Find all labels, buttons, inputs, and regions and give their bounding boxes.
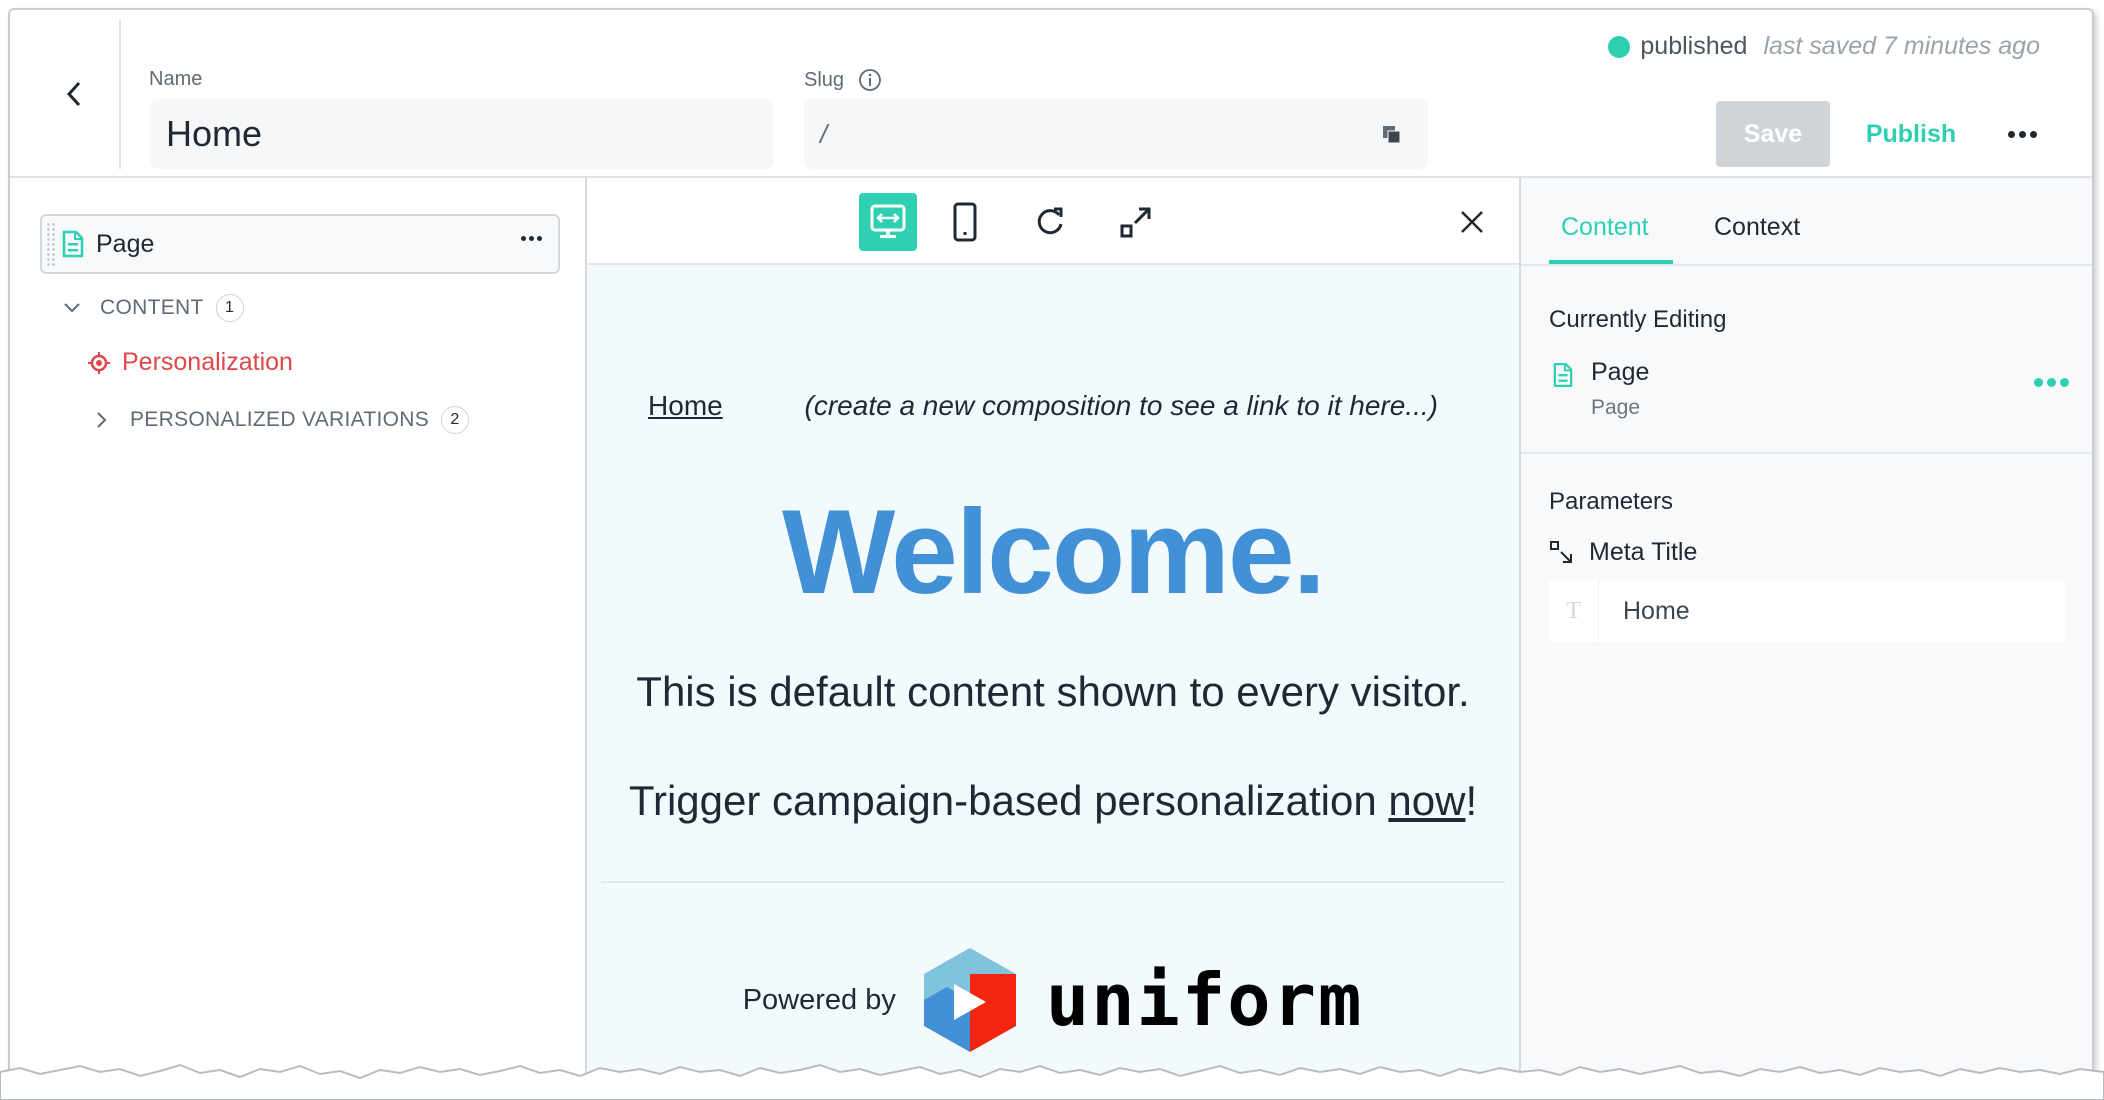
refresh-button[interactable] (1021, 193, 1079, 251)
variations-label: PERSONALIZED VARIATIONS (130, 408, 430, 431)
footer-divider (601, 881, 1505, 883)
tab-content[interactable]: Content (1561, 213, 1649, 242)
active-tab-indicator (1549, 260, 1673, 264)
meta-title-value: Home (1623, 596, 1690, 625)
tab-context[interactable]: Context (1714, 213, 1800, 242)
chevron-right-icon[interactable] (90, 408, 114, 432)
save-button[interactable]: Save (1716, 101, 1830, 167)
desktop-icon (870, 204, 906, 238)
default-content-text: This is default content shown to every v… (636, 668, 1470, 715)
last-saved-text: last saved 7 minutes ago (1763, 32, 2040, 60)
editing-name: Page (1591, 358, 1650, 386)
target-icon (88, 351, 110, 374)
currently-editing-title: Currently Editing (1549, 306, 1727, 333)
more-dot (2018, 130, 2026, 138)
more-dots-icon (2007, 130, 2015, 138)
welcome-heading: Welcome. (782, 485, 1326, 619)
properties-panel: Content Context Currently Editing Page P… (1519, 178, 2092, 1088)
text-type-icon: T (1549, 580, 1599, 642)
close-icon (1461, 211, 1483, 233)
more-dot (537, 236, 542, 241)
trigger-text-suffix: ! (1465, 777, 1478, 824)
name-input[interactable]: Home (150, 99, 774, 169)
publish-status: published last saved 7 minutes ago (1608, 32, 2040, 61)
slot-content[interactable]: CONTENT 1 (60, 294, 244, 322)
component-tree-panel: Page CONTENT 1 Personalization PERSONALI… (10, 178, 587, 1088)
torn-edge-decoration (0, 1063, 2104, 1100)
slug-input[interactable]: / (804, 99, 1428, 169)
page-icon (1553, 362, 1573, 388)
personalization-label: Personalization (122, 348, 293, 376)
slug-value: / (820, 118, 828, 149)
slug-label: Slug (804, 68, 882, 92)
mobile-icon (953, 202, 977, 242)
preview-nav: Home (create a new composition to see a … (587, 390, 1519, 422)
copy-icon[interactable] (1382, 125, 1402, 145)
editing-more-button[interactable] (2034, 378, 2069, 387)
trigger-now-link[interactable]: now (1388, 777, 1465, 824)
slot-content-label: CONTENT (100, 296, 204, 319)
composition-header: Name Home Slug / published last saved 7 … (10, 10, 2092, 178)
section-divider (1521, 452, 2092, 454)
nav-hint: (create a new composition to see a link … (804, 390, 1438, 421)
chevron-left-icon (66, 81, 81, 107)
chevron-down-icon[interactable] (60, 296, 84, 320)
refresh-icon (1037, 207, 1063, 235)
currently-editing-item: Page Page (1549, 358, 2069, 428)
info-icon[interactable] (858, 68, 882, 92)
tree-item-personalization[interactable]: Personalization (88, 348, 293, 377)
more-dot (2029, 130, 2037, 138)
tree-item-label: Page (96, 229, 155, 258)
parameter-link-icon (1550, 540, 1572, 563)
tree-item-more-button[interactable] (521, 236, 542, 241)
param-meta-title: Meta Title (1549, 538, 1697, 567)
more-options-button[interactable] (2000, 114, 2044, 154)
slug-label-text: Slug (804, 68, 845, 91)
meta-title-input[interactable]: T Home (1549, 580, 2065, 642)
parameters-title: Parameters (1549, 488, 1674, 515)
variations-count: 2 (441, 406, 470, 434)
powered-by-text: Powered by (742, 983, 896, 1016)
close-preview-button[interactable] (1443, 193, 1501, 251)
slot-content-count: 1 (215, 294, 244, 322)
status-dot (1608, 35, 1631, 58)
desktop-view-button[interactable] (859, 193, 917, 251)
more-dot (2034, 378, 2043, 387)
uniform-logo-text: uniform (1045, 958, 1364, 1042)
tree-item-page[interactable]: Page (40, 214, 560, 274)
page-icon (62, 230, 84, 258)
uniform-logo-icon (923, 948, 1016, 1052)
more-dot (529, 236, 534, 241)
trigger-text: Trigger campaign-based personalization n… (587, 777, 1519, 825)
status-text: published (1640, 32, 1748, 60)
app-window: Name Home Slug / published last saved 7 … (8, 8, 2094, 1088)
properties-tabs: Content Context (1521, 178, 2092, 266)
more-dot (521, 236, 526, 241)
preview-toolbar (587, 178, 1519, 265)
trigger-text-prefix: Trigger campaign-based personalization (628, 777, 1389, 824)
drag-handle-icon[interactable] (46, 222, 56, 266)
preview-panel: Home (create a new composition to see a … (587, 178, 1519, 1088)
more-dot (2047, 378, 2056, 387)
expand-icon (1120, 207, 1151, 238)
nav-home-link[interactable]: Home (648, 390, 723, 421)
header-divider (119, 19, 121, 169)
powered-by-footer: Powered by uniform (587, 948, 1519, 1052)
mobile-view-button[interactable] (936, 193, 994, 251)
slot-personalized-variations[interactable]: PERSONALIZED VARIATIONS 2 (90, 406, 470, 434)
back-button[interactable] (54, 72, 94, 116)
more-dot (2060, 378, 2069, 387)
expand-button[interactable] (1107, 193, 1165, 251)
name-label: Name (149, 68, 203, 90)
param-name: Meta Title (1589, 538, 1698, 566)
publish-button[interactable]: Publish (1856, 101, 1966, 167)
editing-type: Page (1591, 396, 1641, 419)
